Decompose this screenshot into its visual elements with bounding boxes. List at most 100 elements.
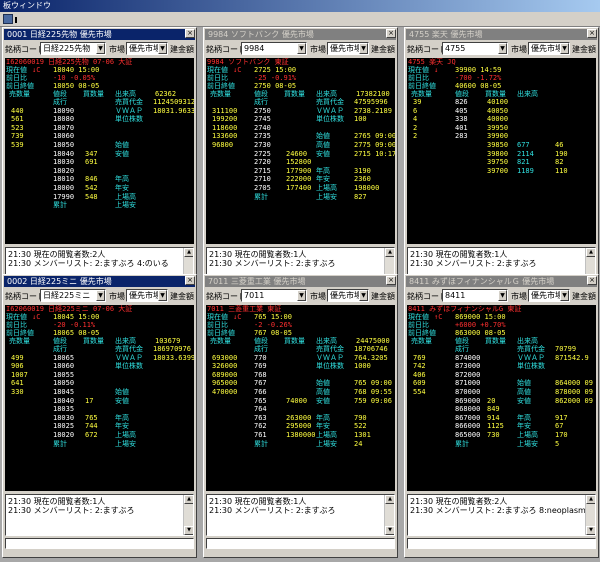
code-combo[interactable]: 日経225先物 ▼	[40, 42, 106, 55]
panel-toolbar: 銘柄コード 4755 ▼ 市場 優先市場 ▼ 建金額	[407, 41, 596, 57]
chevron-down-icon[interactable]: ▼	[498, 43, 507, 54]
ask-volume: 39900	[487, 132, 509, 141]
stat-label: 年高	[115, 175, 129, 184]
code-combo[interactable]: 7011 ▼	[241, 289, 307, 302]
price-level: 2730	[254, 141, 271, 149]
bid-volume: 641	[11, 379, 24, 388]
code-label: 銘柄コード	[5, 292, 45, 301]
price-level: 18030	[53, 413, 75, 422]
scroll-up-icon[interactable]: ▲	[184, 495, 193, 504]
bidvol-label: 売数量	[9, 337, 30, 345]
chevron-down-icon[interactable]: ▼	[158, 43, 167, 54]
stat-value: 198000	[354, 184, 380, 192]
stat-label: 売買代金	[115, 98, 143, 106]
panel-title: 8411 みずほフィナンシャルＧ 優先市場	[406, 276, 597, 287]
code-combo[interactable]: 9984 ▼	[241, 42, 307, 55]
close-icon[interactable]: ×	[185, 276, 195, 285]
log-line: 21:30 現在の閲覧者数:1人	[209, 250, 307, 259]
board-icon[interactable]	[3, 14, 13, 24]
code-combo[interactable]: 8411 ▼	[442, 289, 508, 302]
chat-input[interactable]	[5, 538, 194, 549]
log-line: 21:30 現在の閲覧者数:2人	[8, 250, 106, 259]
market-combo[interactable]: 優先市場 ▼	[528, 42, 570, 55]
now-mark: ↓C	[32, 313, 41, 321]
chevron-down-icon[interactable]: ▼	[297, 43, 306, 54]
chevron-down-icon[interactable]: ▼	[560, 43, 569, 54]
panel-toolbar: 銘柄コード 9984 ▼ 市場 優先市場 ▼ 建金額	[206, 41, 395, 57]
scroll-down-icon[interactable]: ▼	[586, 526, 595, 535]
ask-volume: 39850	[487, 141, 509, 149]
close-icon[interactable]: ×	[185, 29, 195, 38]
scroll-up-icon[interactable]: ▲	[586, 248, 595, 257]
scroll-up-icon[interactable]: ▲	[385, 248, 394, 257]
log-scrollbar[interactable]: ▲▼	[183, 495, 193, 535]
scroll-down-icon[interactable]: ▼	[184, 526, 193, 535]
price-level: 18040	[53, 149, 75, 158]
chevron-down-icon[interactable]: ▼	[560, 290, 569, 301]
market-combo[interactable]: 優先市場 ▼	[327, 289, 369, 302]
code-combo[interactable]: 4755 ▼	[442, 42, 508, 55]
price-level: 18070	[53, 123, 75, 132]
market-label: 市場	[310, 292, 326, 301]
bid-volume: 6	[413, 106, 418, 115]
market-combo[interactable]: 優先市場 ▼	[327, 42, 369, 55]
log-scrollbar[interactable]: ▲▼	[585, 495, 595, 535]
ask-volume: 39750	[487, 158, 509, 167]
log-line: 21:30 現在の閲覧者数:1人	[8, 497, 106, 506]
scroll-up-icon[interactable]: ▲	[586, 495, 595, 504]
dropdown-icon[interactable]	[15, 17, 19, 23]
scroll-up-icon[interactable]: ▲	[385, 495, 394, 504]
price-level: 累計	[53, 439, 67, 448]
scroll-down-icon[interactable]: ▼	[385, 526, 394, 535]
stat-label: 1189	[517, 166, 534, 175]
stat-label: 単位株数	[316, 115, 344, 124]
code-value: 4755	[445, 44, 466, 53]
code-combo[interactable]: 日経225ミニ ▼	[40, 289, 106, 302]
price-level: 2750	[254, 106, 271, 115]
stat-label: 売買代金	[115, 345, 143, 353]
price-level: 18040	[53, 396, 75, 405]
bid-volume: 693000	[212, 353, 238, 362]
market-combo[interactable]: 優先市場 ▼	[126, 289, 168, 302]
chevron-down-icon[interactable]: ▼	[297, 290, 306, 301]
stat-value: 2360	[354, 175, 371, 184]
price-level: 767	[254, 379, 267, 388]
market-combo[interactable]: 優先市場 ▼	[528, 289, 570, 302]
close-icon[interactable]: ×	[386, 29, 396, 38]
close-icon[interactable]: ×	[587, 29, 597, 38]
bid-volume: 330	[11, 388, 24, 396]
price-level: 871000	[455, 379, 481, 388]
close-icon[interactable]: ×	[386, 276, 396, 285]
stock-board-panel: 8411 みずほフィナンシャルＧ 優先市場 × 銘柄コード 8411 ▼ 市場 優先市場 ▼ 建…	[404, 274, 599, 558]
bid-volume: 499	[11, 353, 24, 362]
scroll-up-icon[interactable]: ▲	[184, 248, 193, 257]
stat-label: 安値	[316, 396, 330, 405]
price-level: 865000	[455, 431, 481, 439]
chevron-down-icon[interactable]: ▼	[359, 43, 368, 54]
chevron-down-icon[interactable]: ▼	[359, 290, 368, 301]
ask-volume: 548	[85, 192, 98, 201]
price-level: 累計	[455, 439, 469, 448]
price-level: 2715	[254, 166, 271, 175]
price-level: 872000	[455, 370, 481, 379]
chevron-down-icon[interactable]: ▼	[96, 43, 105, 54]
chat-input[interactable]	[206, 538, 395, 549]
stat-value: 790	[354, 413, 367, 422]
close-icon[interactable]: ×	[587, 276, 597, 285]
stat-value: 82	[555, 158, 564, 167]
stat-label: 始値	[316, 379, 330, 388]
bid-volume: 739	[11, 132, 24, 141]
chat-input[interactable]	[407, 538, 596, 549]
order-label: 建金額	[170, 292, 194, 301]
ask-volume: 1380000	[286, 431, 316, 439]
price-level: 18060	[53, 132, 75, 141]
market-combo[interactable]: 優先市場 ▼	[126, 42, 168, 55]
price-level: 累計	[254, 439, 268, 448]
stat-value: 190	[555, 149, 568, 158]
log-scrollbar[interactable]: ▲▼	[384, 495, 394, 535]
stat-value: 765 09:00	[354, 379, 392, 388]
chevron-down-icon[interactable]: ▼	[498, 290, 507, 301]
stat-value: 18031.9633	[153, 106, 194, 115]
chevron-down-icon[interactable]: ▼	[96, 290, 105, 301]
chevron-down-icon[interactable]: ▼	[158, 290, 167, 301]
